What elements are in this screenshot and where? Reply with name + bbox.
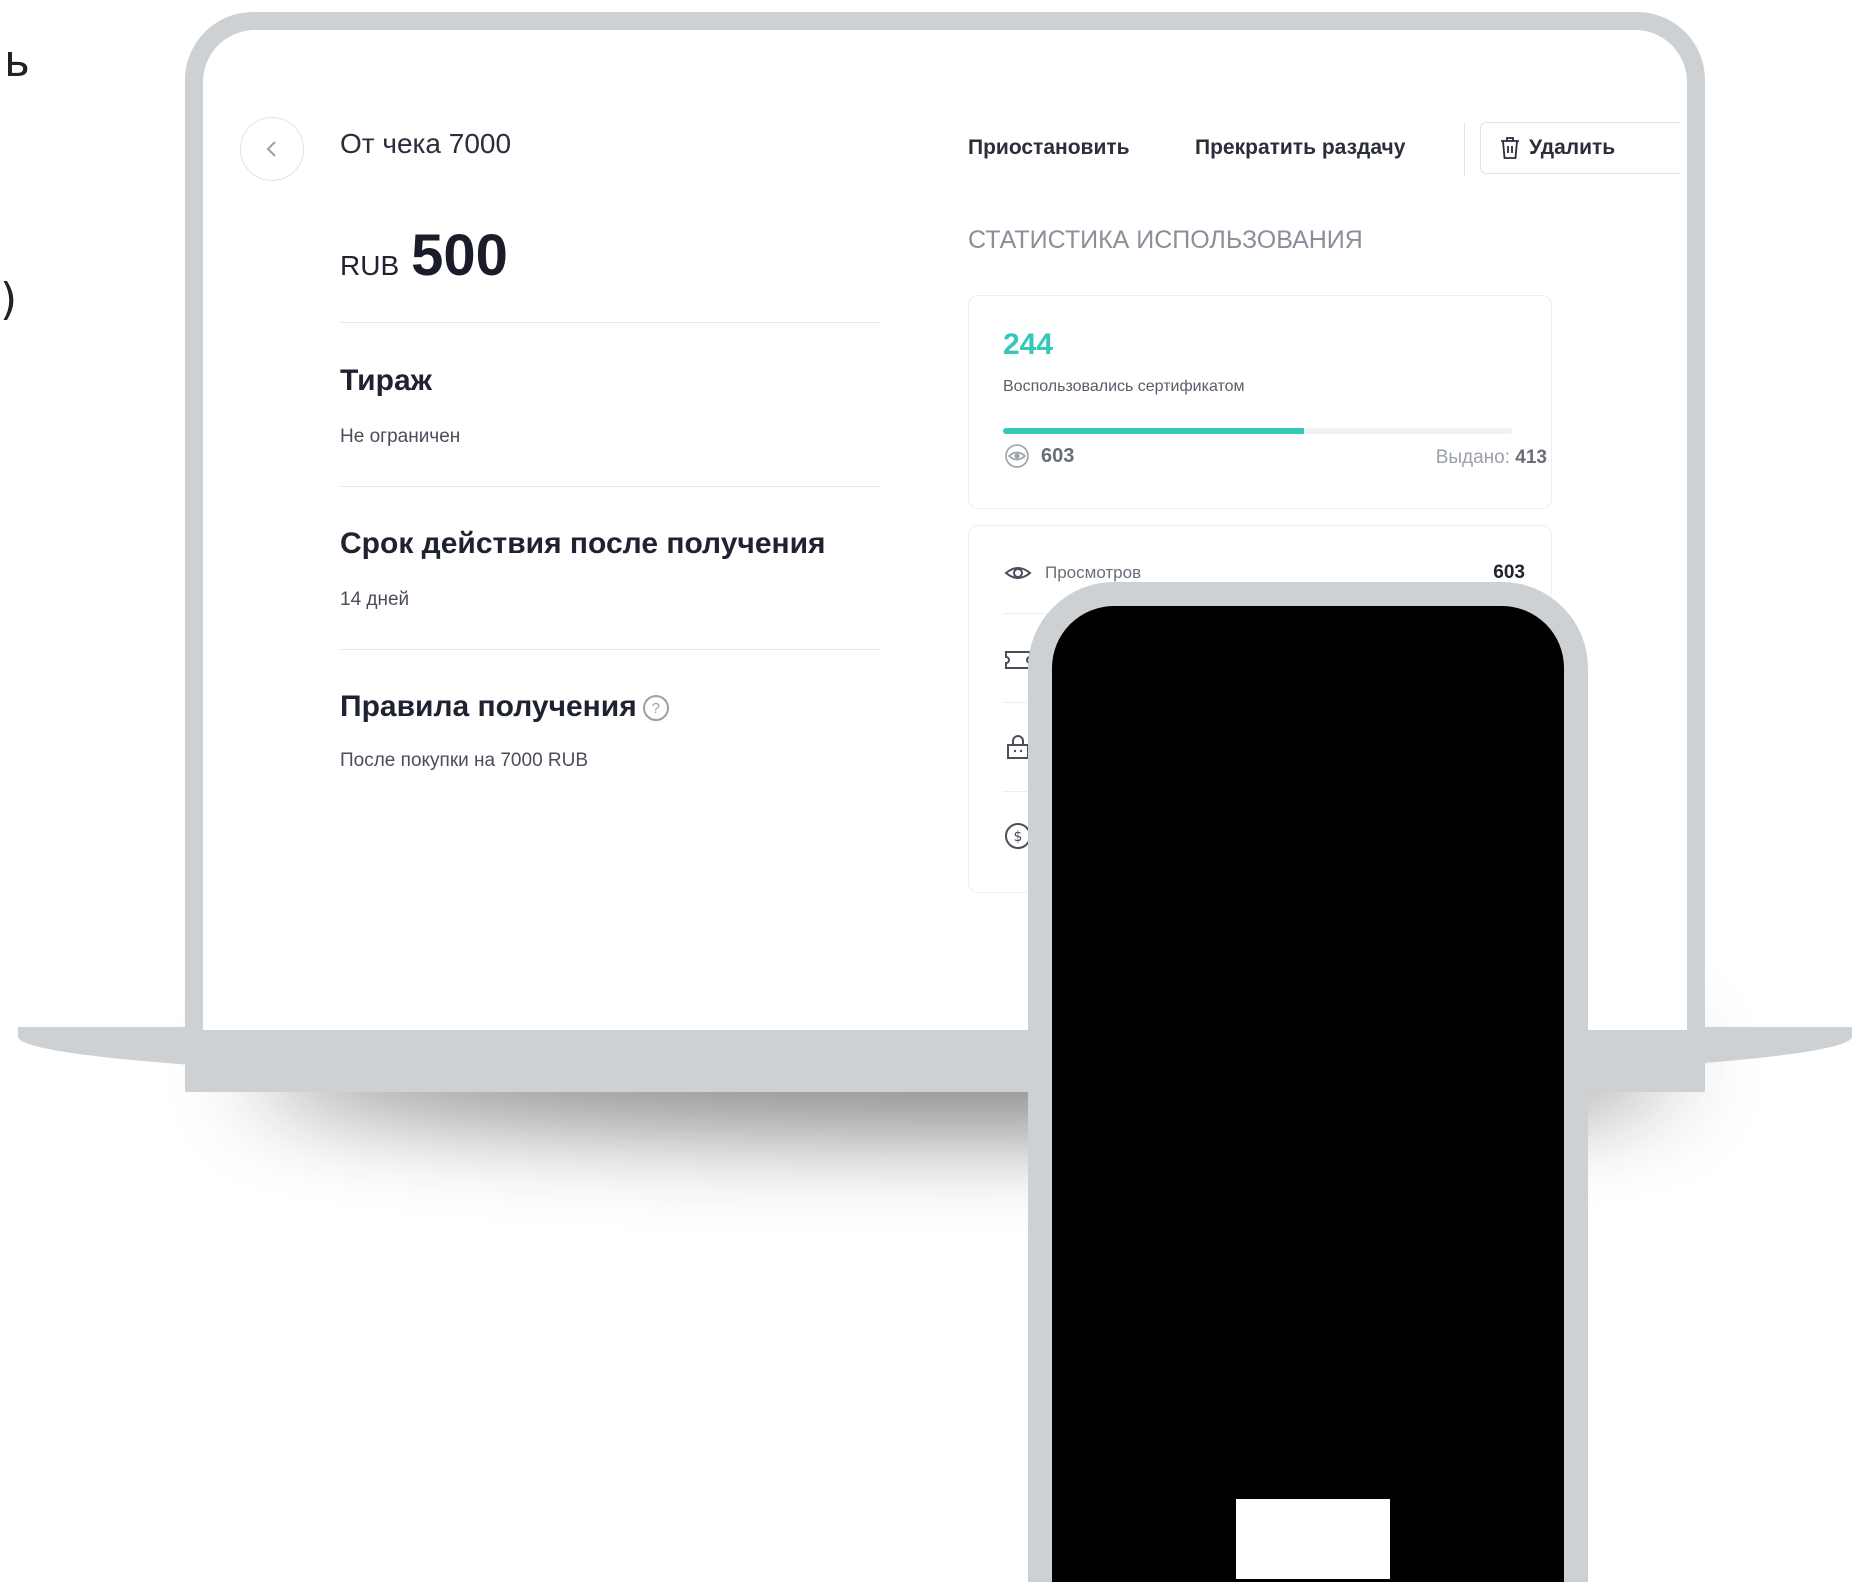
issued-value: 413	[1515, 447, 1547, 468]
rules-heading: Правила получения?	[340, 690, 669, 724]
edge-text-fragment-middle: )	[0, 274, 18, 325]
divider	[340, 322, 880, 323]
page-title: От чека 7000	[340, 128, 512, 159]
eye-icon	[1003, 562, 1033, 584]
validity-value: 14 дней	[340, 589, 410, 610]
phone-frame	[1028, 582, 1588, 1582]
issued-info: Выдано: 413	[1436, 447, 1547, 469]
usage-card: 244 Воспользовались сертификатом 603 Выд…	[968, 295, 1552, 509]
rules-heading-label: Правила получения	[340, 690, 637, 723]
trash-icon	[1501, 137, 1519, 159]
stats-title: СТАТИСТИКА ИСПОЛЬЗОВАНИЯ	[968, 226, 1363, 254]
phone-screen-block	[1236, 1499, 1390, 1579]
circulation-value: Не ограничен	[340, 426, 461, 447]
stats-row-label: Просмотров	[1045, 563, 1142, 582]
delete-button[interactable]: Удалить	[1480, 122, 1680, 174]
delete-label: Удалить	[1529, 136, 1616, 159]
used-count: 244	[1003, 328, 1054, 361]
actions-divider	[1464, 122, 1465, 176]
validity-heading: Срок действия после получения	[340, 527, 826, 560]
phone-screen	[1052, 606, 1564, 1582]
divider	[340, 649, 880, 650]
usage-progress-bar	[1003, 428, 1513, 434]
used-label: Воспользовались сертификатом	[1003, 378, 1245, 395]
rules-value: После покупки на 7000 RUB	[340, 750, 589, 771]
pause-button[interactable]: Приостановить	[968, 136, 1130, 160]
eye-icon	[1005, 444, 1029, 468]
divider	[340, 486, 880, 487]
price-amount: 500	[411, 223, 508, 288]
back-button[interactable]	[240, 117, 304, 181]
svg-text:$: $	[1014, 829, 1023, 845]
chevron-left-icon	[266, 141, 276, 157]
edge-text-fragment-top: ь	[4, 36, 30, 87]
views-summary: 603	[1003, 444, 1074, 468]
views-count: 603	[1041, 444, 1075, 467]
price-currency: RUB	[340, 250, 400, 281]
usage-progress-fill	[1003, 428, 1305, 434]
price: RUB 500	[340, 222, 508, 289]
issued-label: Выдано:	[1435, 447, 1511, 468]
help-icon[interactable]: ?	[642, 695, 669, 722]
stats-row-value: 603	[1493, 562, 1525, 583]
circulation-heading: Тираж	[340, 364, 432, 397]
stop-distribution-button[interactable]: Прекратить раздачу	[1195, 136, 1405, 160]
